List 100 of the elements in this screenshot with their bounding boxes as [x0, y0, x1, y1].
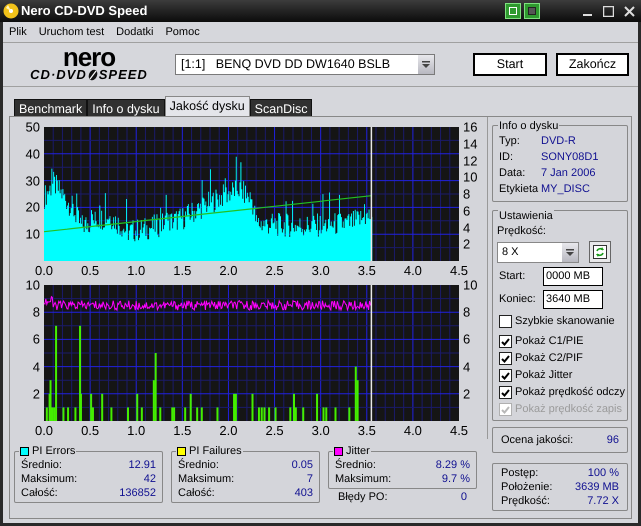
axis-tick-label: 6 — [32, 332, 40, 346]
pi-failure-bar — [302, 407, 304, 421]
stat-value: 3639 MB — [574, 480, 619, 494]
axis-tick-label: 2.5 — [266, 424, 284, 437]
axis-tick-label: 3.5 — [358, 264, 376, 277]
window-title: Nero CD-DVD Speed — [21, 2, 148, 20]
tab[interactable]: Jakość dysku — [164, 96, 250, 116]
group-title: Jitter — [346, 444, 370, 458]
checkbox[interactable] — [499, 386, 512, 399]
axis-tick-label: 4 — [463, 221, 470, 234]
stat-label: Całość: — [178, 486, 215, 500]
stat-value: 100 % — [588, 466, 619, 480]
checkbox[interactable] — [499, 315, 512, 328]
pi-failure-bar — [67, 407, 70, 421]
info-label: Typ: — [499, 134, 521, 149]
stat-label: Postęp: — [501, 466, 538, 480]
stat-label: Położenie: — [501, 480, 552, 494]
axis-tick-label: 10 — [463, 278, 478, 292]
logo-wordmark: nero — [62, 46, 116, 68]
axis-tick-label: 1.0 — [127, 264, 146, 277]
window-icon — [509, 7, 517, 15]
pi-failure-bar — [316, 394, 318, 421]
pi-failure-bar — [74, 407, 76, 421]
stat-label: Całość: — [21, 486, 58, 500]
menu-item[interactable]: Dodatki — [116, 24, 154, 40]
pi-failure-bar — [159, 407, 162, 421]
refresh-icon — [593, 245, 607, 259]
info-label: Data: — [499, 166, 526, 181]
axis-tick-label: 3.5 — [358, 424, 376, 437]
menu-item[interactable]: Plik — [9, 24, 27, 40]
menu-item[interactable]: Uruchom test — [38, 24, 104, 40]
info-label: Etykieta — [499, 182, 539, 197]
pi-failure-bar — [268, 407, 270, 421]
end-field[interactable]: 3640 MB — [543, 290, 603, 309]
pi-failure-bar — [216, 407, 218, 421]
axis-tick-label: 0.5 — [81, 264, 100, 277]
tab[interactable]: Benchmark — [14, 99, 88, 116]
axis-tick-label: 10 — [463, 170, 478, 184]
stat-value: 42 — [144, 472, 156, 486]
minimize-icon — [582, 14, 592, 16]
axis-tick-label: 3.0 — [312, 424, 330, 437]
axis-tick-label: 2 — [463, 387, 470, 400]
axis-tick-label: 14 — [463, 137, 478, 150]
checkbox[interactable] — [499, 352, 512, 365]
axis-tick-label: 4 — [463, 360, 470, 374]
speed-dropdown[interactable]: 8 X — [497, 242, 579, 262]
checkbox[interactable] — [499, 369, 512, 382]
refresh-button[interactable] — [589, 241, 611, 263]
pi-failure-bar — [348, 407, 350, 421]
window-icon — [528, 7, 536, 15]
checkbox-label: Pokaż C1/PIE — [515, 334, 584, 350]
axis-tick-label: 50 — [26, 120, 40, 134]
checkbox-label: Szybkie skanowanie — [515, 314, 615, 330]
stat-label: Maksimum: — [21, 472, 78, 486]
group-title: Ustawienia — [498, 210, 554, 222]
info-value: DVD-R — [541, 134, 576, 149]
stat-label: Średnio: — [335, 458, 376, 472]
stat-label: Średnio: — [21, 458, 62, 472]
axis-tick-label: 10 — [26, 278, 40, 292]
axis-tick-label: 30 — [26, 174, 40, 188]
tray-button[interactable] — [505, 3, 521, 19]
axis-tick-label: 0.5 — [81, 424, 100, 437]
checkbox-label: Pokaż prędkość zapis — [515, 402, 622, 418]
tab[interactable]: ScanDisc — [250, 99, 312, 116]
maximize-icon — [602, 6, 614, 16]
stat-label: Błędy PO: — [338, 490, 388, 504]
axis-tick-label: 20 — [26, 200, 40, 214]
stat-label: Maksimum: — [335, 472, 392, 486]
axis-tick-label: 1.5 — [173, 264, 192, 277]
stat-value: 7.72 X — [587, 494, 619, 508]
axis-tick-label: 8 — [463, 306, 470, 319]
axis-tick-label: 1.5 — [173, 424, 192, 437]
drive-dropdown[interactable]: [1:1] BENQ DVD DD DW1640 BSLB — [175, 54, 435, 75]
pin-button[interactable] — [524, 3, 540, 19]
stat-value: 403 — [294, 486, 313, 500]
axis-tick-label: 8 — [32, 306, 40, 319]
axis-tick-label: 2.0 — [219, 264, 238, 277]
exit-button[interactable]: Zakończ — [556, 53, 629, 76]
axis-tick-label: 4.0 — [404, 264, 422, 277]
close-icon — [624, 6, 634, 16]
axis-tick-label: 2.5 — [266, 264, 284, 277]
pi-failure-bar — [101, 394, 104, 421]
start-field[interactable]: 0000 MB — [543, 267, 603, 286]
axis-tick-label: 4 — [32, 360, 40, 374]
start-button[interactable]: Start — [473, 53, 547, 76]
group-title: PI Errors — [32, 444, 76, 458]
tab[interactable]: Info o dysku — [87, 99, 165, 116]
field-label: Start: — [498, 269, 526, 284]
pi-failure-bar — [110, 407, 112, 421]
checkbox[interactable] — [499, 335, 512, 348]
checkbox-label: Pokaż prędkość odczy — [515, 385, 626, 400]
pi-failure-bar — [289, 407, 292, 421]
stat-label: Maksimum: — [178, 472, 234, 486]
axis-tick-label: 0.0 — [34, 264, 54, 277]
pi-failure-bar — [200, 407, 203, 421]
group-title: PI Failures — [189, 444, 242, 458]
menu-item[interactable]: Pomoc — [165, 24, 200, 40]
axis-tick-label: 10 — [26, 228, 40, 241]
disc-icon — [3, 3, 19, 19]
axis-tick-label: 6 — [463, 204, 470, 218]
